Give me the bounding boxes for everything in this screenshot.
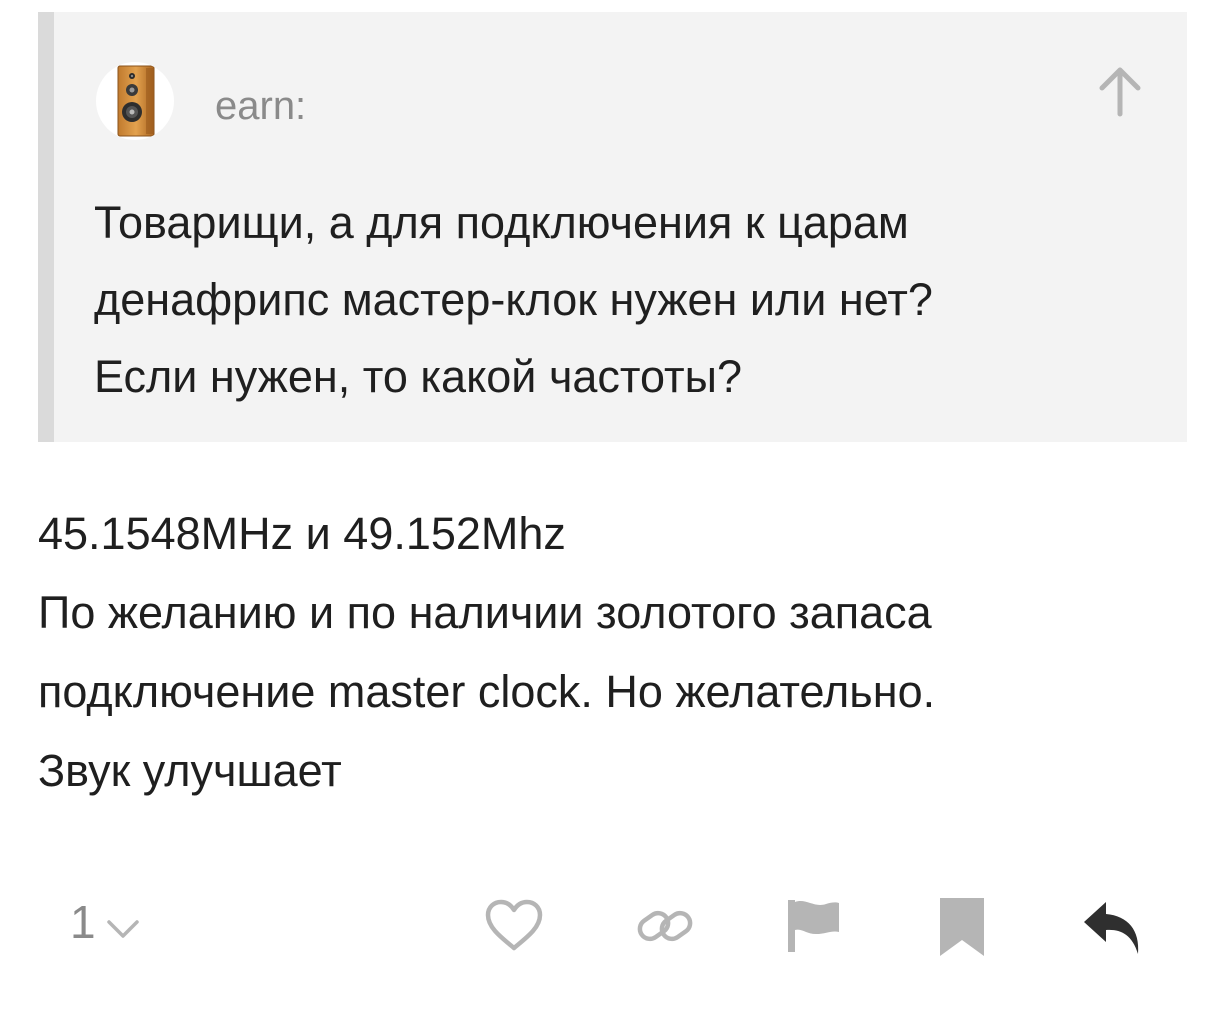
comment-line: Звук улучшает <box>38 745 342 796</box>
speaker-cabinet-icon <box>117 65 155 137</box>
bookmark-icon <box>940 898 984 956</box>
avatar[interactable] <box>96 62 174 140</box>
flag-icon <box>788 900 839 952</box>
arrow-up-icon <box>1099 67 1141 117</box>
comment-footer: 1 <box>0 880 1220 970</box>
quote-text: Товарищи, а для подключения к царам дена… <box>94 184 1154 415</box>
report-button[interactable] <box>782 894 846 958</box>
copy-link-button[interactable] <box>633 894 697 958</box>
quote-line: денафрипс мастер-клок нужен или нет? <box>94 274 933 325</box>
quote-bar <box>38 12 54 442</box>
rating-button[interactable]: 1 <box>70 894 140 950</box>
comment-line: По желанию и по наличии золотого запаса <box>38 587 932 638</box>
like-button[interactable] <box>482 894 546 958</box>
jump-to-quote-button[interactable] <box>1096 64 1144 120</box>
comment-line: 45.1548MHz и 49.152Mhz <box>38 508 566 559</box>
comment-text: 45.1548MHz и 49.152Mhz По желанию и по н… <box>38 494 1188 810</box>
bookmark-button[interactable] <box>930 894 994 958</box>
quote-block: earn: Товарищи, а для подключения к цара… <box>38 12 1187 442</box>
reply-button[interactable] <box>1080 894 1144 958</box>
heart-icon <box>485 899 543 951</box>
comment-line: подключение master clock. Но желательно. <box>38 666 936 717</box>
link-icon <box>637 910 693 942</box>
chevron-down-icon <box>106 920 139 938</box>
quote-author[interactable]: earn: <box>215 82 306 130</box>
quote-line: Товарищи, а для подключения к царам <box>94 197 909 248</box>
rating-count: 1 <box>70 896 96 948</box>
reply-icon <box>1084 902 1139 954</box>
quote-line: Если нужен, то какой частоты? <box>94 351 743 402</box>
